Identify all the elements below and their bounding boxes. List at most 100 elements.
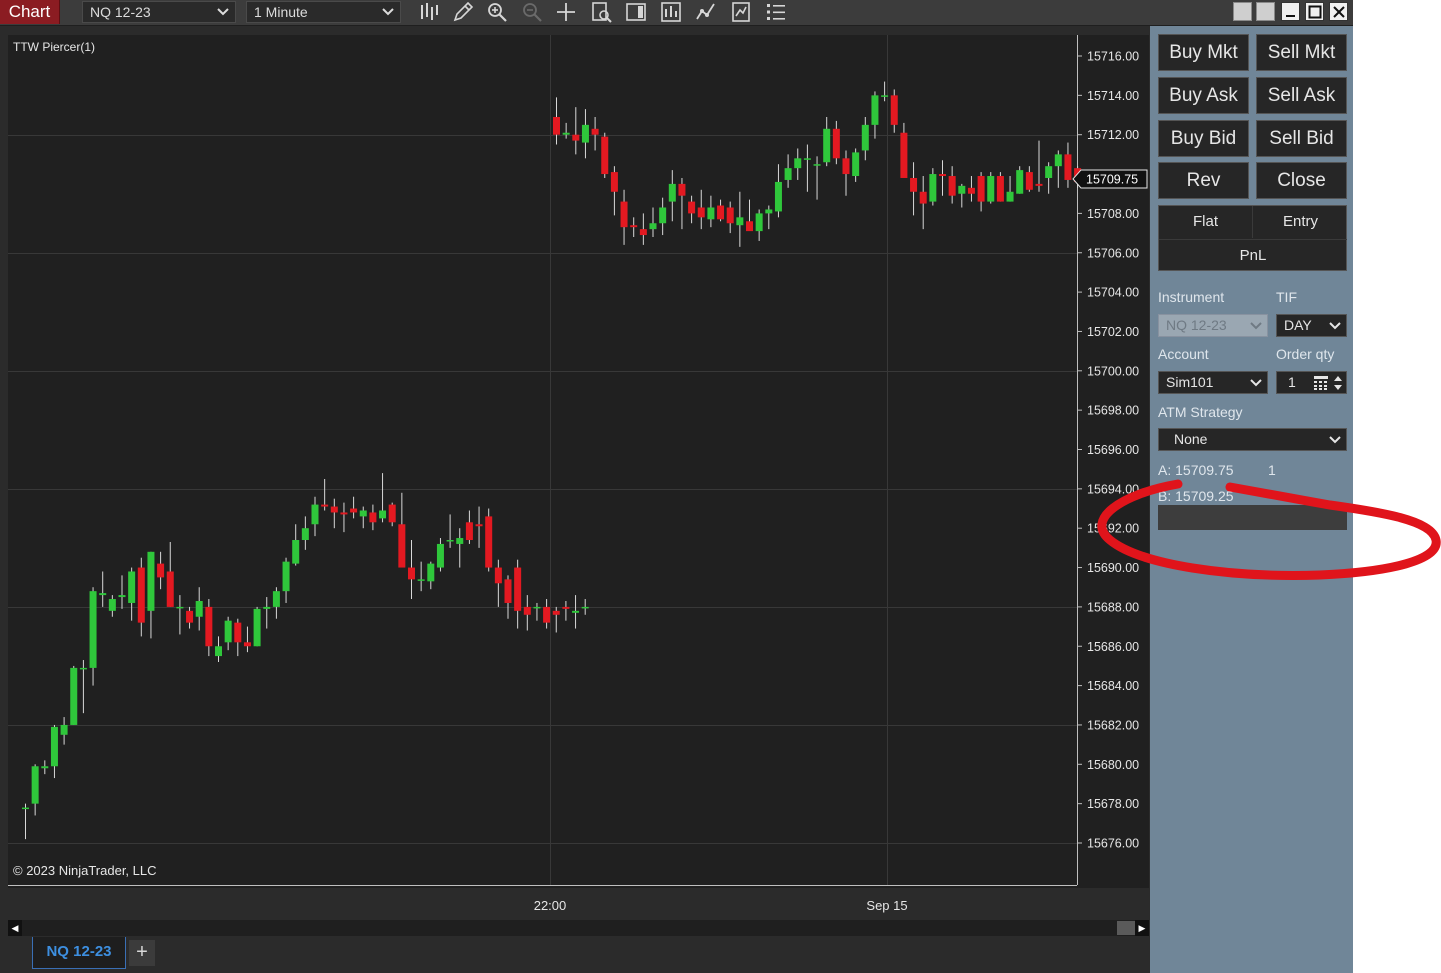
indicator-label[interactable]: TTW Piercer(1) xyxy=(13,40,95,54)
chevron-down-icon xyxy=(1250,322,1262,330)
chart-trader-icon[interactable] xyxy=(624,0,648,24)
bar-type-icon[interactable] xyxy=(417,0,441,24)
scroll-left-arrow-icon[interactable]: ◀ xyxy=(8,920,22,936)
candle-body-down xyxy=(890,95,898,125)
sell-bid-button[interactable]: Sell Bid xyxy=(1256,120,1347,157)
candle-body-up xyxy=(224,620,232,643)
templates-icon[interactable] xyxy=(764,0,788,24)
sell-market-button[interactable]: Sell Mkt xyxy=(1256,34,1347,71)
indicators-icon[interactable] xyxy=(659,0,683,24)
strategies-icon[interactable] xyxy=(694,0,718,24)
calculator-icon[interactable] xyxy=(1313,375,1329,391)
candle-body-up xyxy=(99,593,107,596)
zoom-out-icon[interactable] xyxy=(520,0,544,24)
candle-body-up xyxy=(823,128,831,163)
crosshair-icon[interactable] xyxy=(554,0,578,24)
chart-window: Chart NQ 12-23 1 Minute 15716.00 15714.0… xyxy=(0,0,1353,973)
spinner-icon[interactable] xyxy=(1333,374,1343,392)
candle-body-down xyxy=(1035,183,1043,186)
atm-strategy-select[interactable]: None xyxy=(1158,428,1347,451)
candle-body-up xyxy=(436,543,444,568)
candle-body-down xyxy=(900,132,908,178)
order-qty-value: 1 xyxy=(1288,374,1296,390)
chart-background xyxy=(8,35,1149,888)
buy-bid-button[interactable]: Buy Bid xyxy=(1158,120,1249,157)
candle-body-down xyxy=(639,229,647,236)
candle-body-down xyxy=(591,128,599,135)
price-axis-label: 15714.00 xyxy=(1087,89,1139,103)
candle-body-down xyxy=(610,172,618,192)
candle-body-down xyxy=(465,522,473,541)
zoom-in-icon[interactable] xyxy=(485,0,509,24)
candle-body-up xyxy=(147,551,155,611)
candle-body-up xyxy=(379,510,387,519)
candle-body-up xyxy=(755,213,763,232)
candle-body-down xyxy=(630,225,638,228)
tif-select[interactable]: DAY xyxy=(1276,314,1347,337)
candle-body-up xyxy=(852,152,860,177)
buy-ask-button[interactable]: Buy Ask xyxy=(1158,77,1249,114)
candle-body-down xyxy=(1025,172,1033,190)
order-qty-input[interactable]: 1 xyxy=(1276,371,1347,394)
sell-ask-button[interactable]: Sell Ask xyxy=(1256,77,1347,114)
last-price-label: 15709.75 xyxy=(1086,172,1138,186)
instrument-selector-value: NQ 12-23 xyxy=(90,4,151,20)
tile-icon[interactable] xyxy=(1233,2,1252,21)
close-position-button[interactable]: Close xyxy=(1256,162,1347,199)
price-axis-label: 15712.00 xyxy=(1087,128,1139,142)
scroll-right-arrow-icon[interactable]: ▶ xyxy=(1135,920,1149,936)
candle-body-down xyxy=(523,606,531,615)
scroll-thumb[interactable] xyxy=(1117,921,1135,935)
candle-body-up xyxy=(79,667,87,670)
order-status-bar xyxy=(1158,505,1347,530)
price-axis-label: 15706.00 xyxy=(1087,246,1139,260)
close-icon[interactable] xyxy=(1329,2,1348,21)
properties-icon[interactable] xyxy=(729,0,753,24)
account-select[interactable]: Sim101 xyxy=(1158,371,1268,394)
candle-body-up xyxy=(128,571,136,603)
price-axis-label: 15688.00 xyxy=(1087,600,1139,614)
chart-scrollbar[interactable]: ◀ ▶ xyxy=(8,920,1149,936)
candle-body-up xyxy=(417,579,425,581)
time-axis-label: 22:00 xyxy=(533,898,567,913)
price-axis-label: 15682.00 xyxy=(1087,718,1139,732)
add-tab-button[interactable]: + xyxy=(129,940,155,966)
price-axis-label: 15702.00 xyxy=(1087,325,1139,339)
candle-body-up xyxy=(253,608,261,647)
tile-icon[interactable] xyxy=(1256,2,1275,21)
buy-market-button[interactable]: Buy Mkt xyxy=(1158,34,1249,71)
position-entry: Entry xyxy=(1282,213,1318,230)
price-axis-label: 15678.00 xyxy=(1087,797,1139,811)
minimize-icon[interactable] xyxy=(1281,2,1300,21)
candle-body-up xyxy=(707,207,715,220)
data-box-icon[interactable] xyxy=(589,0,613,24)
position-display: Flat Entry PnL xyxy=(1158,205,1347,271)
candlestick-chart[interactable]: 15716.0015714.0015712.0015710.0015708.00… xyxy=(8,35,1149,888)
candle-body-down xyxy=(543,606,551,623)
candle-body-down xyxy=(369,512,377,523)
maximize-icon[interactable] xyxy=(1305,2,1324,21)
candle-body-up xyxy=(108,599,116,611)
ask-price: A: 15709.75 xyxy=(1158,462,1234,478)
candle-body-up xyxy=(784,168,792,180)
candle-body-down xyxy=(697,207,705,218)
chart-tab[interactable]: Chart xyxy=(0,0,60,24)
candle-body-down xyxy=(552,610,560,615)
candle-body-down xyxy=(475,524,483,527)
candle-body-up xyxy=(861,124,869,151)
instrument-tab[interactable]: NQ 12-23 xyxy=(32,937,126,969)
reverse-button[interactable]: Rev xyxy=(1158,162,1249,199)
candle-body-up xyxy=(581,606,589,609)
price-chart[interactable]: 15716.0015714.0015712.0015710.0015708.00… xyxy=(8,35,1149,888)
time-axis[interactable]: 22:00 Sep 15 xyxy=(8,888,1149,918)
instrument-selector[interactable]: NQ 12-23 xyxy=(82,1,236,23)
candle-body-up xyxy=(282,561,290,592)
candle-body-down xyxy=(967,187,975,194)
interval-selector[interactable]: 1 Minute xyxy=(246,1,401,23)
candle-body-up xyxy=(1045,166,1053,178)
price-axis-label: 15680.00 xyxy=(1087,758,1139,772)
draw-tool-icon[interactable] xyxy=(451,0,475,24)
candle-body-up xyxy=(1006,191,1014,202)
position-pnl[interactable]: PnL xyxy=(1159,239,1347,271)
candle-body-down xyxy=(832,128,840,159)
